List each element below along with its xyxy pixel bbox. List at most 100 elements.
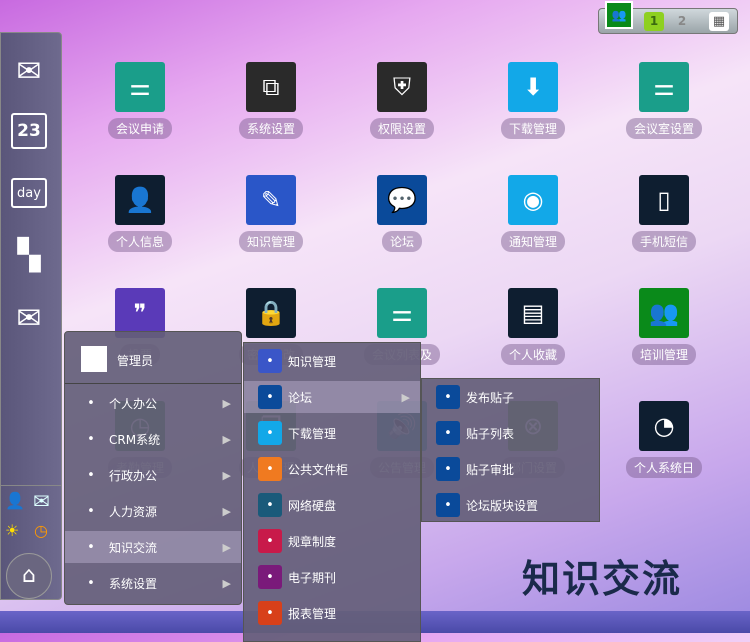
tile-label: 知识管理 bbox=[238, 231, 303, 252]
desktop-tile[interactable]: ✎ 知识管理 bbox=[221, 175, 321, 252]
tools-icon: • bbox=[87, 575, 95, 591]
tile-label: 论坛 bbox=[381, 231, 422, 252]
desktop-tile[interactable]: 👥 培训管理 bbox=[614, 288, 714, 365]
section-watermark: 知识交流 bbox=[522, 557, 683, 601]
avatar[interactable] bbox=[81, 346, 107, 372]
download-icon: ⬇ bbox=[508, 62, 558, 112]
disk-icon: • bbox=[258, 493, 282, 517]
tile-label: 个人信息 bbox=[107, 231, 172, 252]
calendar-day: 23 bbox=[17, 121, 41, 141]
menu-item[interactable]: • 个人办公 ▶ bbox=[65, 387, 241, 419]
phone-icon: ▯ bbox=[639, 175, 689, 225]
shield-icon: ⛨ bbox=[377, 62, 427, 112]
desktop-tile[interactable]: ▯ 手机短信 bbox=[614, 175, 714, 252]
submenu-forum: • 发布贴子 • 贴子列表 • 贴子审批 • 论坛版块设置 bbox=[421, 378, 600, 522]
desktop-tile[interactable]: ⚌ 会议申请 bbox=[90, 62, 190, 139]
wallet-icon: • bbox=[258, 529, 282, 553]
pie-icon: ◔ bbox=[639, 401, 689, 451]
submenu-arrow-icon: ▶ bbox=[222, 540, 231, 554]
menu-item-label: 系统设置 bbox=[109, 576, 158, 591]
calendar-icon[interactable]: 23 bbox=[11, 113, 47, 149]
menu-item[interactable]: • 规章制度 bbox=[244, 525, 420, 557]
apps-add-icon[interactable]: ▚ bbox=[9, 235, 49, 275]
user-header: 管理员 bbox=[65, 332, 241, 384]
folder-user-icon: ▤ bbox=[508, 288, 558, 338]
mail-icon: • bbox=[258, 457, 282, 481]
desktop-tile[interactable]: ◔ 个人系统日 bbox=[614, 401, 714, 478]
menu-item-label: 公共文件柜 bbox=[288, 462, 349, 477]
user-icon: 👤 bbox=[115, 175, 165, 225]
menu-item[interactable]: • 人力资源 ▶ bbox=[65, 495, 241, 527]
message-icon[interactable]: ✉ bbox=[33, 489, 50, 513]
start-menu: 管理员 • 个人办公 ▶ • CRM系统 ▶ • 行政办公 ▶ • 人力资源 ▶ • 知识交流 ▶ • 系统设置… bbox=[64, 331, 242, 605]
knowledge-icon: • bbox=[87, 539, 95, 555]
forum-icon: • bbox=[258, 385, 282, 409]
left-dock: ✉ 23 day ▚ ✉ 👤 ✉ ☀ ◷ ⌂ bbox=[0, 32, 62, 600]
menu-item-label: 论坛版块设置 bbox=[466, 498, 539, 513]
desktop-tile[interactable]: ⚌ 会议室设置 bbox=[614, 62, 714, 139]
home-button[interactable]: ⌂ bbox=[6, 553, 52, 599]
tile-label: 会议室设置 bbox=[625, 118, 702, 139]
menu-item-label: 报表管理 bbox=[288, 606, 337, 621]
user-group-icon[interactable]: 👥 bbox=[605, 1, 633, 29]
user-status-icon[interactable]: 👤 bbox=[5, 491, 25, 510]
menu-item[interactable]: • 电子期刊 bbox=[244, 561, 420, 593]
crm-icon: • bbox=[87, 431, 95, 447]
menu-item[interactable]: • CRM系统 ▶ bbox=[65, 423, 241, 455]
desktop-tile[interactable]: ⬇ 下载管理 bbox=[483, 62, 583, 139]
menu-item-label: 贴子审批 bbox=[466, 462, 515, 477]
tile-label: 通知管理 bbox=[500, 231, 565, 252]
day-icon[interactable]: day bbox=[11, 178, 47, 208]
onenote-icon: • bbox=[258, 565, 282, 589]
people-icon: • bbox=[87, 503, 95, 519]
forum-icon: 💬 bbox=[377, 175, 427, 225]
desktop-tile[interactable]: ⛨ 权限设置 bbox=[352, 62, 452, 139]
desktop-tile[interactable]: ▤ 个人收藏 bbox=[483, 288, 583, 365]
menu-item[interactable]: • 网络硬盘 bbox=[244, 489, 420, 521]
menu-item[interactable]: • 论坛 ▶ bbox=[244, 381, 420, 413]
menu-item[interactable]: • 报表管理 bbox=[244, 597, 420, 629]
mail-icon[interactable]: ✉ bbox=[9, 298, 49, 338]
menu-item[interactable]: • 知识交流 ▶ bbox=[65, 531, 241, 563]
tile-label: 手机短信 bbox=[631, 231, 696, 252]
tile-label: 下载管理 bbox=[500, 118, 565, 139]
desktop-tile[interactable]: ⧉ 系统设置 bbox=[221, 62, 321, 139]
menu-item[interactable]: • 行政办公 ▶ bbox=[65, 459, 241, 491]
clock-icon[interactable]: ◷ bbox=[34, 521, 48, 540]
submenu-arrow-icon: ▶ bbox=[222, 432, 231, 446]
menu-item[interactable]: • 知识管理 bbox=[244, 345, 420, 377]
menu-item-label: 发布贴子 bbox=[466, 390, 515, 405]
menu-item-label: 个人办公 bbox=[109, 396, 158, 411]
mail-icon[interactable]: ✉ bbox=[9, 51, 49, 91]
menu-item[interactable]: • 系统设置 ▶ bbox=[65, 567, 241, 599]
submenu-arrow-icon: ▶ bbox=[222, 468, 231, 482]
desktop-tile[interactable]: ◉ 通知管理 bbox=[483, 175, 583, 252]
menu-item[interactable]: • 公共文件柜 bbox=[244, 453, 420, 485]
tile-label: 培训管理 bbox=[631, 344, 696, 365]
user-icon: • bbox=[87, 395, 95, 411]
group-icon: • bbox=[87, 467, 95, 483]
download-icon: • bbox=[258, 421, 282, 445]
menu-item-label: 论坛 bbox=[288, 390, 313, 405]
menu-item[interactable]: • 发布贴子 bbox=[422, 381, 599, 413]
desktop-tile[interactable]: 👤 个人信息 bbox=[90, 175, 190, 252]
submenu-arrow-icon: ▶ bbox=[222, 504, 231, 518]
tile-label: 系统设置 bbox=[238, 118, 303, 139]
menu-item-label: 行政办公 bbox=[109, 468, 158, 483]
desktop-tile[interactable]: 💬 论坛 bbox=[352, 175, 452, 252]
knowledge-icon: ✎ bbox=[246, 175, 296, 225]
page-1-button[interactable]: 1 bbox=[644, 12, 664, 31]
submenu-arrow-icon: ▶ bbox=[222, 396, 231, 410]
menu-item[interactable]: • 下载管理 bbox=[244, 417, 420, 449]
grid-view-icon[interactable]: ▦ bbox=[709, 12, 729, 31]
menu-item[interactable]: • 论坛版块设置 bbox=[422, 489, 599, 521]
page-2-button[interactable]: 2 bbox=[672, 12, 692, 31]
tile-label: 权限设置 bbox=[369, 118, 434, 139]
post-icon: • bbox=[436, 385, 460, 409]
menu-item[interactable]: • 贴子审批 bbox=[422, 453, 599, 485]
plug-icon: ⚌ bbox=[377, 288, 427, 338]
weather-icon[interactable]: ☀ bbox=[5, 521, 19, 540]
settings-icon: ⧉ bbox=[246, 62, 296, 112]
menu-item[interactable]: • 贴子列表 bbox=[422, 417, 599, 449]
tile-label: 个人系统日 bbox=[625, 457, 702, 478]
